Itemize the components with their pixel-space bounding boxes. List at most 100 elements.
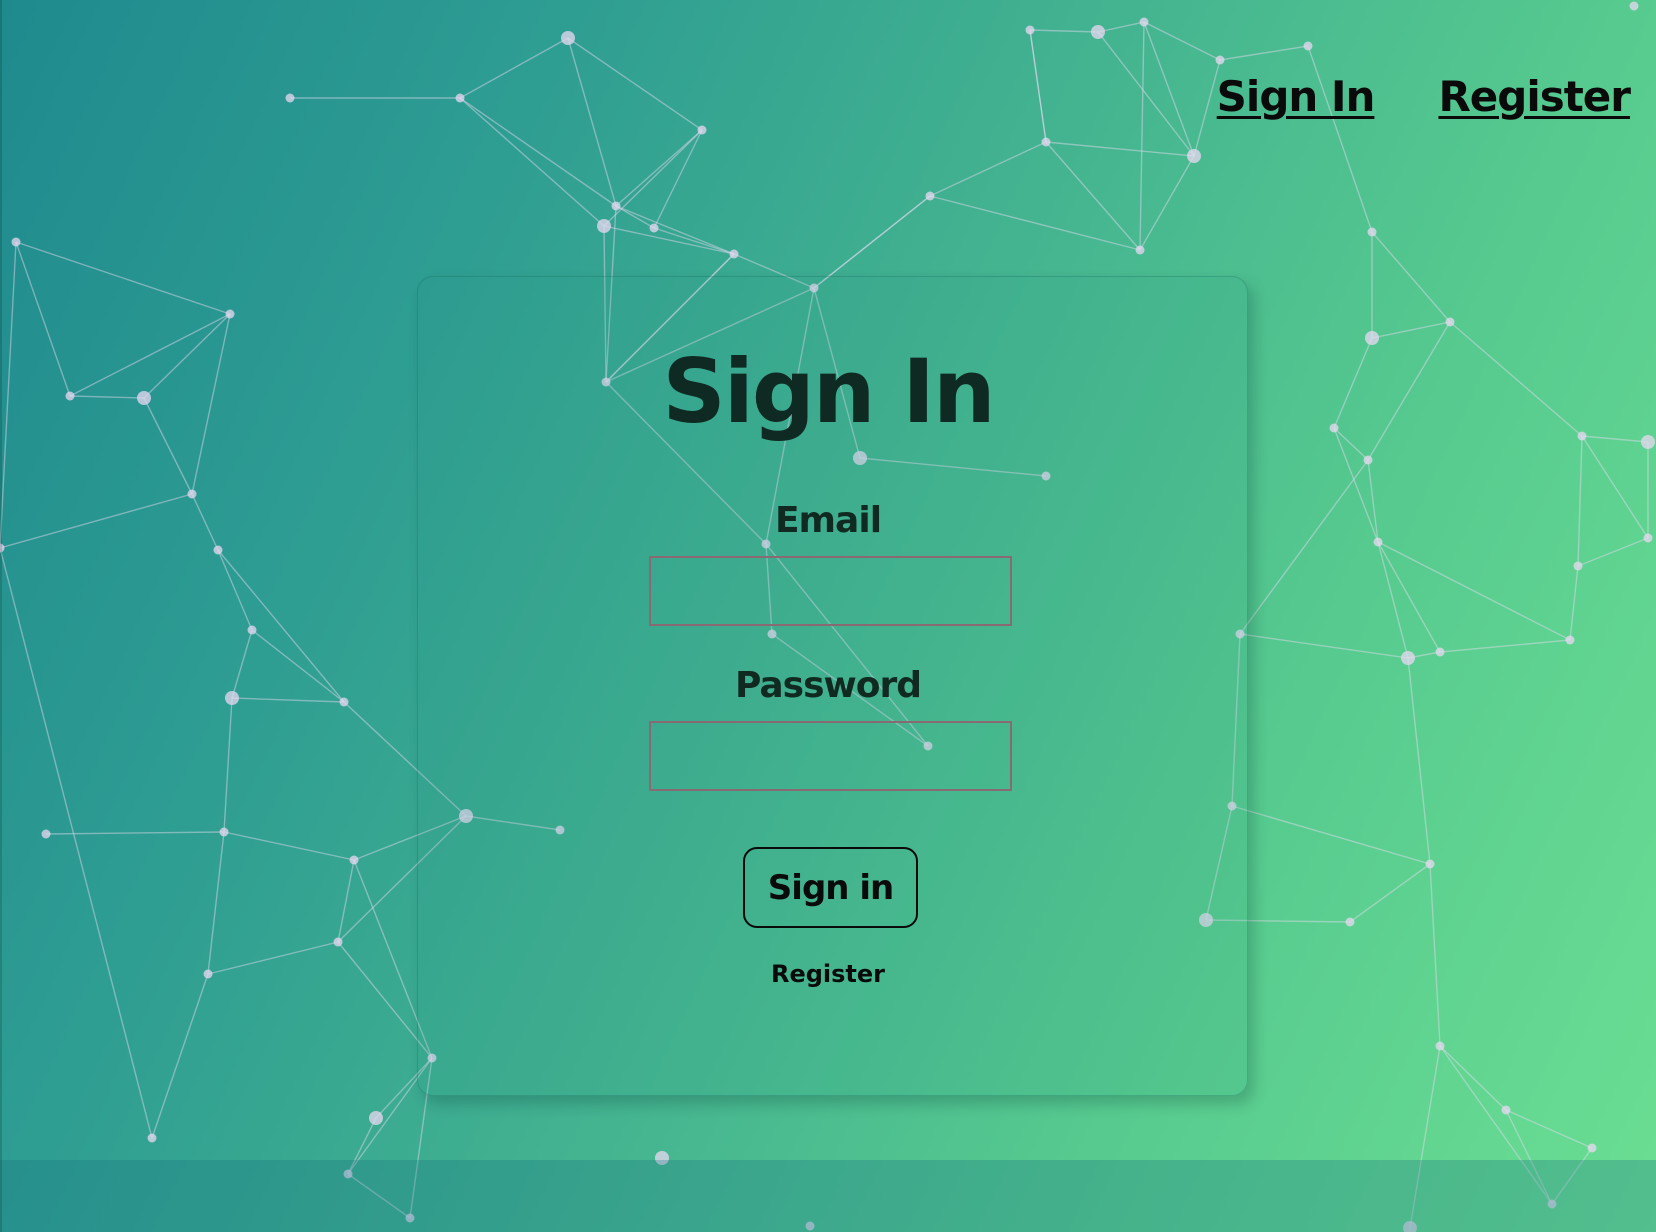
network-line: [15, 241, 231, 315]
network-line: [1577, 537, 1649, 567]
network-node: [187, 489, 197, 499]
network-node: [41, 829, 51, 839]
network-node: [369, 1111, 383, 1125]
network-node: [225, 309, 235, 319]
network-node: [697, 125, 707, 135]
network-line: [207, 831, 225, 975]
network-node: [1091, 25, 1105, 39]
network-node: [1401, 651, 1415, 665]
network-line: [653, 227, 735, 255]
network-line: [567, 37, 617, 207]
network-node: [349, 855, 359, 865]
network-line: [1377, 541, 1409, 659]
network-line: [1097, 31, 1195, 157]
network-node: [1445, 317, 1455, 327]
network-node: [333, 937, 343, 947]
network-line: [615, 129, 703, 207]
bottom-band: [0, 1160, 1656, 1232]
network-node: [1435, 1041, 1445, 1051]
network-line: [1045, 141, 1141, 251]
network-node: [1363, 455, 1373, 465]
network-line: [1231, 805, 1431, 865]
email-label: Email: [774, 500, 882, 541]
network-line: [603, 129, 703, 227]
network-node: [1139, 17, 1149, 27]
network-node: [1501, 1105, 1511, 1115]
page-title: Sign In: [662, 340, 995, 443]
network-line: [459, 37, 569, 99]
network-line: [1239, 459, 1369, 635]
network-line: [567, 37, 703, 131]
password-field[interactable]: [649, 721, 1012, 791]
network-node: [561, 31, 575, 45]
app-root: Sign In Register Sign In Email Password …: [0, 0, 1656, 1232]
network-line: [1377, 541, 1571, 641]
network-node: [1425, 859, 1435, 869]
network-line: [929, 195, 1141, 251]
network-node: [1215, 55, 1225, 65]
network-line: [1143, 21, 1195, 157]
network-line: [337, 859, 355, 943]
network-line: [929, 141, 1047, 197]
network-node: [1041, 137, 1051, 147]
network-line: [1045, 141, 1195, 157]
network-line: [1439, 639, 1571, 653]
network-line: [223, 831, 355, 861]
network-node: [147, 1133, 157, 1143]
window-edge: [0, 0, 2, 1232]
network-node: [597, 219, 611, 233]
network-line: [1097, 21, 1145, 33]
network-line: [1569, 565, 1579, 641]
network-line: [1139, 155, 1195, 251]
register-link[interactable]: Register: [0, 960, 1656, 988]
network-node: [455, 93, 465, 103]
network-node: [1025, 25, 1035, 35]
password-label: Password: [734, 665, 922, 706]
network-node: [1367, 227, 1377, 237]
network-node: [1629, 1, 1639, 11]
network-line: [1139, 21, 1145, 251]
nav-sign-in-link[interactable]: Sign In: [1217, 72, 1376, 121]
network-node: [1303, 41, 1313, 51]
network-line: [813, 195, 931, 289]
network-node: [1187, 149, 1201, 163]
network-node: [611, 201, 621, 211]
email-field[interactable]: [649, 556, 1012, 626]
network-line: [1439, 1045, 1507, 1111]
network-line: [1371, 231, 1451, 323]
network-line: [603, 225, 735, 255]
network-line: [653, 129, 703, 229]
network-node: [1435, 647, 1445, 657]
network-line: [151, 973, 209, 1139]
network-line: [1219, 45, 1309, 61]
network-line: [1029, 29, 1099, 33]
network-node: [1565, 635, 1575, 645]
network-line: [615, 205, 735, 255]
network-line: [1349, 863, 1431, 923]
network-line: [1505, 1109, 1593, 1149]
network-line: [615, 205, 655, 229]
network-line: [223, 697, 233, 833]
network-line: [217, 549, 253, 631]
network-node: [247, 625, 257, 635]
network-line: [0, 547, 153, 1139]
network-node: [1573, 561, 1583, 571]
network-node: [1587, 1143, 1597, 1153]
network-node: [925, 191, 935, 201]
network-line: [459, 97, 605, 227]
network-node: [1135, 245, 1145, 255]
sign-in-button[interactable]: Sign in: [743, 847, 918, 928]
network-line: [1371, 321, 1451, 339]
network-line: [459, 97, 617, 207]
network-node: [219, 827, 229, 837]
nav-register-link[interactable]: Register: [1438, 72, 1631, 121]
network-node: [729, 249, 739, 259]
network-node: [11, 237, 21, 247]
network-line: [1239, 633, 1409, 659]
network-line: [1029, 29, 1047, 143]
network-node: [649, 223, 659, 233]
network-node: [285, 93, 295, 103]
network-node: [213, 545, 223, 555]
network-line: [1429, 863, 1441, 1047]
top-nav: Sign In Register: [1217, 72, 1631, 121]
